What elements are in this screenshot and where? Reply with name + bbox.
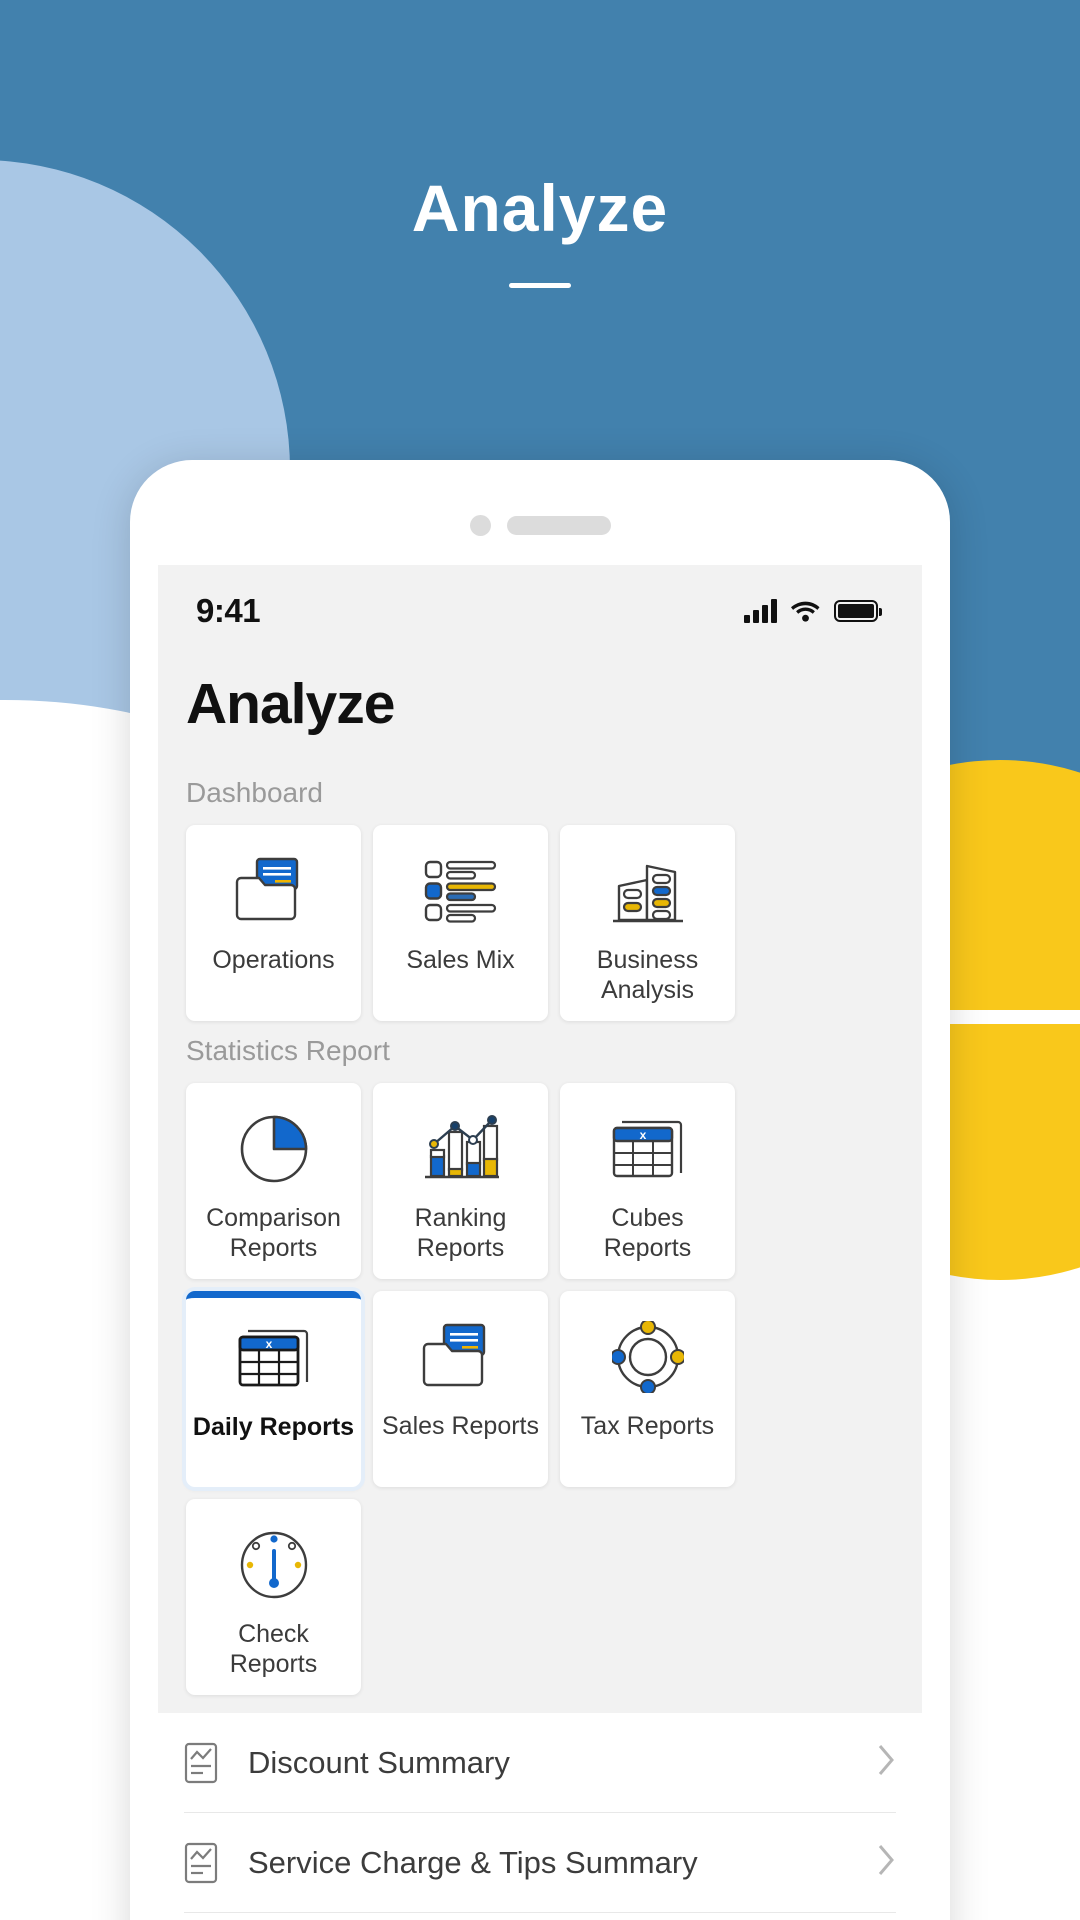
phone-screen: 9:41 Analyze Dashboard Operations Sales … — [158, 565, 922, 1920]
battery-full-icon — [834, 600, 882, 622]
status-icon-group — [744, 599, 882, 623]
spreadsheet-icon: x — [236, 1318, 312, 1398]
tile-label: Tax Reports — [580, 1412, 715, 1440]
report-chart-doc-icon — [184, 1742, 230, 1784]
statistics-tile-grid-row2: x Daily Reports Sales Reports Tax Report… — [158, 1291, 922, 1695]
tile-operations[interactable]: Operations — [186, 825, 361, 1021]
camera-dot-icon — [469, 515, 491, 536]
tile-label: Ranking Reports — [414, 1204, 507, 1262]
tile-daily-reports[interactable]: x Daily Reports — [186, 1291, 361, 1487]
list-item-label: Service Charge & Tips Summary — [248, 1844, 698, 1880]
chevron-right-icon — [876, 1742, 896, 1783]
tile-label: Business Analysis — [596, 946, 699, 1004]
list-item-label: Discount Summary — [248, 1744, 510, 1780]
folder-document-icon — [235, 851, 313, 931]
tile-label: Comparison Reports — [206, 1204, 341, 1262]
tile-label: Operations — [212, 946, 335, 974]
wifi-icon — [791, 601, 820, 622]
gauge-icon — [238, 1525, 310, 1605]
cellular-signal-icon — [744, 599, 777, 623]
tile-cubes-reports[interactable]: x Cubes Reports — [560, 1083, 735, 1279]
report-chart-doc-icon — [184, 1842, 230, 1884]
promo-canvas: Analyze 9:41 Analyze Dashboard Operation… — [0, 0, 1080, 1920]
folder-document-icon — [422, 1317, 500, 1397]
list-item-daily-operation-summary[interactable]: Daily Operation Summary — [184, 1913, 896, 1920]
phone-speaker-row — [130, 515, 950, 536]
section-label-statistics-report: Statistics Report — [186, 1035, 390, 1066]
svg-text:x: x — [639, 1128, 646, 1142]
tile-sales-mix[interactable]: Sales Mix — [373, 825, 548, 1021]
phone-mockup: 9:41 Analyze Dashboard Operations Sales … — [130, 460, 950, 1920]
tile-label: Daily Reports — [192, 1413, 355, 1441]
promo-divider-rule — [509, 283, 571, 288]
summary-list: Discount Summary Service Charge & Tips S… — [158, 1713, 922, 1920]
buildings-icon — [611, 851, 685, 931]
pie-chart-icon — [238, 1109, 310, 1189]
bar-line-chart-icon — [423, 1109, 499, 1189]
orbit-circles-icon — [611, 1317, 684, 1397]
tile-label: Sales Mix — [406, 946, 515, 974]
promo-title: Analyze — [411, 171, 669, 245]
dashboard-tile-grid: Operations Sales Mix Business Analysis — [158, 825, 922, 1021]
spreadsheet-icon: x — [610, 1109, 686, 1189]
tile-tax-reports[interactable]: Tax Reports — [560, 1291, 735, 1487]
tile-ranking-reports[interactable]: Ranking Reports — [373, 1083, 548, 1279]
tile-business-analysis[interactable]: Business Analysis — [560, 825, 735, 1021]
chevron-right-icon — [876, 1842, 896, 1883]
list-item-service-charge-tips-summary[interactable]: Service Charge & Tips Summary — [184, 1813, 896, 1913]
tile-sales-reports[interactable]: Sales Reports — [373, 1291, 548, 1487]
svg-text:x: x — [265, 1337, 272, 1351]
status-bar: 9:41 — [158, 565, 922, 657]
statistics-tile-grid-row1: Comparison Reports Ranking Reports x Cub… — [158, 1083, 922, 1279]
section-label-dashboard: Dashboard — [186, 777, 323, 808]
tile-check-reports[interactable]: Check Reports — [186, 1499, 361, 1695]
tile-label: Cubes Reports — [603, 1204, 692, 1262]
page-title: Analyze — [186, 672, 395, 736]
list-item-discount-summary[interactable]: Discount Summary — [184, 1713, 896, 1813]
tile-label: Sales Reports — [381, 1412, 540, 1440]
tile-label: Check Reports — [229, 1620, 318, 1678]
list-bars-icon — [424, 851, 498, 931]
earpiece-speaker-icon — [506, 516, 611, 535]
tile-comparison-reports[interactable]: Comparison Reports — [186, 1083, 361, 1279]
status-time: 9:41 — [196, 592, 261, 629]
